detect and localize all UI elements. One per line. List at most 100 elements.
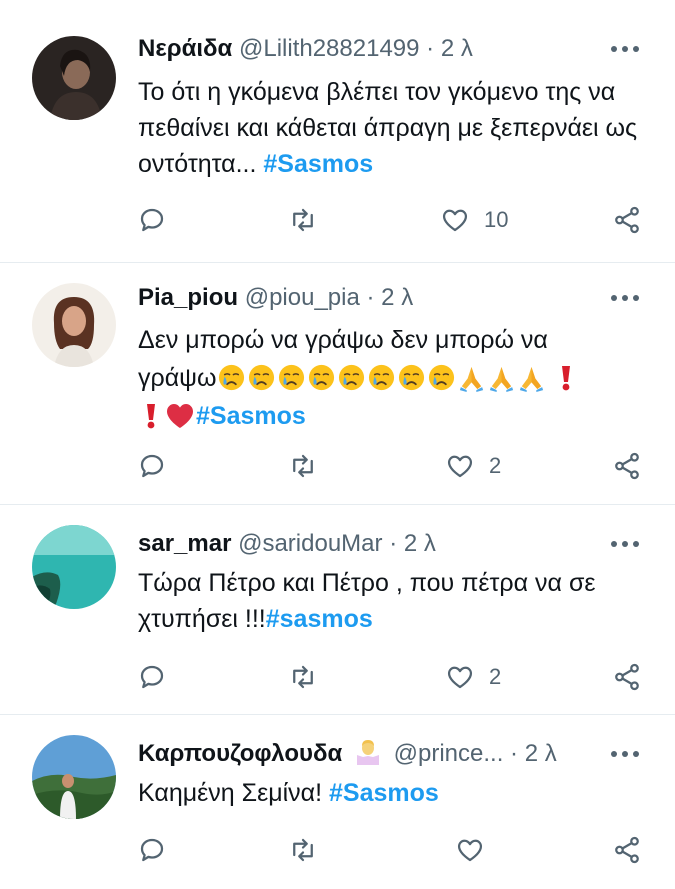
like-count: 2: [489, 453, 502, 478]
separator-dot: ·: [426, 35, 435, 62]
like-button[interactable]: 2: [445, 446, 501, 486]
display-name[interactable]: Νεράιδα: [138, 35, 232, 62]
like-button[interactable]: [455, 830, 485, 870]
crying-face-emoji: [218, 364, 244, 391]
red-heart-emoji: [167, 404, 193, 428]
separator-dot: ·: [366, 284, 375, 311]
more-icon: [611, 751, 639, 757]
reply-icon: [140, 838, 164, 862]
heart-icon: [447, 455, 473, 478]
person-shrugging-emoji: [356, 740, 379, 765]
tweet-header: Νεράιδα @Lilith28821499 · 2 λ: [138, 32, 605, 66]
tweet-text-line-2: χτυπήσει !!!: [138, 605, 266, 633]
tweet-1[interactable]: Νεράιδα @Lilith28821499 · 2 λ Το ότι η γ…: [0, 0, 675, 263]
reply-button[interactable]: [137, 200, 167, 240]
separator-dot: ·: [510, 740, 519, 767]
red-exclamation-emoji: [562, 366, 571, 391]
timestamp[interactable]: 2 λ: [441, 35, 473, 62]
reply-button[interactable]: [137, 657, 167, 697]
like-button[interactable]: 10: [440, 200, 508, 240]
timestamp[interactable]: 2 λ: [381, 284, 413, 311]
share-button[interactable]: [612, 657, 642, 697]
separator-dot: ·: [389, 530, 398, 557]
tweet-text: Το ότι η γκόμενα βλέπει τον γκόμενο της …: [138, 74, 645, 182]
share-button[interactable]: [612, 830, 642, 870]
reply-icon: [140, 454, 164, 478]
more-button[interactable]: [605, 283, 645, 313]
tweet-2[interactable]: Pia_piou @piou_pia · 2 λ Δεν μπορώ να γρ…: [0, 263, 675, 505]
crying-face-emoji: [368, 364, 394, 391]
action-bar: 2: [0, 446, 675, 486]
share-icon: [615, 663, 639, 691]
tweet-header: sar_mar @saridouMar · 2 λ: [138, 527, 605, 561]
more-button[interactable]: [605, 529, 645, 559]
display-name[interactable]: sar_mar: [138, 530, 231, 557]
crying-face-emoji: [308, 364, 334, 391]
retweet-button[interactable]: [288, 200, 318, 240]
share-button[interactable]: [612, 200, 642, 240]
hashtag-link[interactable]: #sasmos: [266, 605, 373, 633]
timestamp[interactable]: 2 λ: [404, 530, 436, 557]
avatar[interactable]: [32, 36, 116, 120]
share-icon: [615, 206, 639, 234]
heart-icon: [447, 666, 473, 689]
crying-face-emoji: [428, 364, 454, 391]
heart-icon: [442, 209, 468, 232]
user-handle[interactable]: @saridouMar: [238, 530, 382, 557]
user-handle[interactable]: @Lilith28821499: [239, 35, 420, 62]
more-icon: [611, 46, 639, 52]
tweet-3[interactable]: sar_mar @saridouMar · 2 λ Τώρα Πέτρο και…: [0, 505, 675, 715]
hashtag-link[interactable]: #Sasmos: [263, 150, 373, 178]
retweet-button[interactable]: [288, 657, 318, 697]
avatar[interactable]: [32, 525, 116, 609]
user-handle[interactable]: @prince...: [394, 740, 504, 767]
more-button[interactable]: [605, 34, 645, 64]
folded-hands-emoji: [489, 366, 513, 392]
crying-face-emoji: [278, 364, 304, 391]
folded-hands-emoji: [519, 366, 543, 392]
crying-face-emoji: [248, 364, 274, 391]
heart-icon: [457, 839, 483, 862]
tweet-4[interactable]: Καρπουζοφλουδα @prince... · 2 λ Καημένη …: [0, 715, 675, 889]
retweet-button[interactable]: [288, 446, 318, 486]
avatar[interactable]: [32, 283, 116, 367]
like-count: 2: [489, 664, 502, 689]
crying-face-emoji: [338, 364, 364, 391]
share-icon: [615, 452, 639, 480]
action-bar: 10: [0, 200, 675, 240]
avatar[interactable]: [32, 735, 116, 819]
tweet-text: Δεν μπορώ να γράψω δεν μπορώ να γράψω #S…: [138, 321, 655, 435]
like-button[interactable]: 2: [445, 657, 501, 697]
reply-icon: [140, 208, 164, 232]
more-icon: [611, 541, 639, 547]
share-button[interactable]: [612, 446, 642, 486]
retweet-button[interactable]: [288, 830, 318, 870]
action-bar: [0, 830, 675, 870]
tweet-text: Καημένη Σεμίνα! #Sasmos: [138, 775, 645, 811]
retweet-icon: [293, 838, 313, 862]
tweet-header: Pia_piou @piou_pia · 2 λ: [138, 281, 605, 315]
folded-hands-emoji: [459, 366, 483, 392]
like-count: 10: [484, 207, 509, 232]
tweet-text-content: Το ότι η γκόμενα βλέπει τον γκόμενο της …: [138, 78, 638, 178]
display-name[interactable]: Καρπουζοφλουδα: [138, 740, 342, 767]
action-bar: 2: [0, 657, 675, 697]
hashtag-link[interactable]: #Sasmos: [329, 779, 439, 807]
tweet-text-content: Καημένη Σεμίνα!: [138, 779, 330, 807]
retweet-icon: [293, 454, 313, 478]
more-button[interactable]: [605, 739, 645, 769]
reply-icon: [140, 665, 164, 689]
red-exclamation-emoji: [147, 404, 155, 429]
reply-button[interactable]: [137, 446, 167, 486]
tweet-text-line-1: Δεν μπορώ να γράψω δεν μπορώ να: [138, 326, 548, 354]
tweet-text: Τώρα Πέτρο και Πέτρο , που πέτρα να σε χ…: [138, 565, 645, 637]
timestamp[interactable]: 2 λ: [525, 740, 557, 767]
tweet-text-line-2: γράψω: [138, 364, 217, 392]
more-icon: [611, 295, 639, 301]
display-name[interactable]: Pia_piou: [138, 284, 238, 311]
hashtag-link[interactable]: #Sasmos: [196, 402, 306, 430]
reply-button[interactable]: [137, 830, 167, 870]
tweet-text-line-1: Τώρα Πέτρο και Πέτρο , που πέτρα να σε: [138, 569, 596, 597]
retweet-icon: [293, 665, 313, 689]
user-handle[interactable]: @piou_pia: [245, 284, 360, 311]
